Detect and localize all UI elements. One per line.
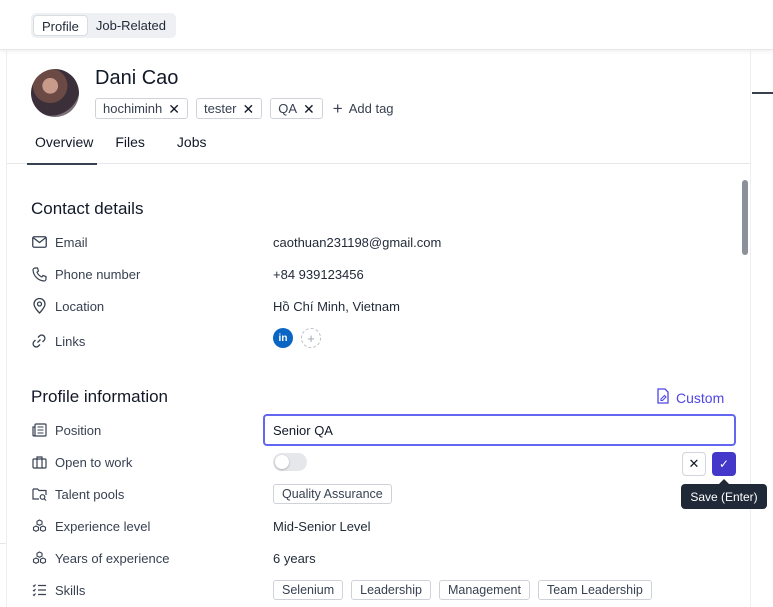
custom-label: Custom [676, 389, 725, 406]
custom-icon [656, 388, 670, 407]
skill-chip[interactable]: Selenium [273, 580, 344, 600]
section-tabs: Overview Files Jobs [7, 124, 750, 165]
tag-list: hochiminh ✕ tester ✕ QA ✕ + Add tag [95, 98, 394, 119]
skill-chip[interactable]: Leadership [351, 580, 431, 600]
add-tag-button[interactable]: + Add tag [333, 100, 394, 117]
tag-label: hochiminh [103, 101, 163, 116]
tab-files[interactable]: Files [97, 124, 161, 164]
folder-search-icon [31, 486, 47, 502]
skill-chip[interactable]: Team Leadership [537, 580, 652, 600]
avatar [31, 69, 79, 117]
talent-pool-chip[interactable]: Quality Assurance [273, 484, 392, 504]
location-row: Location Hồ Chí Minh, Vietnam [31, 296, 736, 316]
email-value[interactable]: caothuan231198@gmail.com [273, 235, 441, 250]
tag-label: QA [278, 101, 298, 116]
cancel-button[interactable]: ✕ [682, 452, 706, 476]
add-tag-label: Add tag [348, 101, 394, 116]
tab-jobs[interactable]: Jobs [161, 124, 221, 164]
tab-profile[interactable]: Profile [33, 15, 88, 36]
links-label: Links [55, 333, 86, 349]
links-value: in + [273, 328, 321, 348]
mail-icon [31, 234, 47, 250]
open-to-work-row: Open to work [31, 452, 736, 472]
remove-tag-icon[interactable]: ✕ [168, 102, 180, 116]
talent-pools-list: Quality Assurance [273, 484, 392, 504]
experience-level-label: Experience level [55, 518, 151, 534]
skills-label: Skills [55, 582, 86, 598]
phone-row: Phone number +84 939123456 [31, 264, 736, 284]
save-button[interactable]: ✓ [712, 452, 736, 476]
tag-label: tester [204, 101, 237, 116]
toggle-knob [275, 455, 289, 469]
remove-tag-icon[interactable]: ✕ [243, 102, 255, 116]
phone-icon [31, 266, 47, 282]
contact-details-title: Contact details [31, 199, 144, 218]
open-to-work-label: Open to work [55, 454, 133, 470]
candidate-name: Dani Cao [95, 67, 179, 89]
phone-value[interactable]: +84 939123456 [273, 267, 364, 282]
years-of-experience-value[interactable]: 6 years [273, 551, 316, 566]
profile-information-title: Profile information [31, 387, 169, 406]
plus-icon: + [332, 99, 343, 118]
remove-tag-icon[interactable]: ✕ [303, 102, 315, 116]
top-bar: Profile Job-Related [0, 0, 773, 50]
cubes-icon [31, 518, 47, 534]
left-stub-line [0, 543, 6, 544]
location-label: Location [55, 298, 105, 314]
links-row: Links in + [31, 328, 736, 351]
add-link-icon[interactable]: + [301, 328, 321, 348]
email-row: Email caothuan231198@gmail.com [31, 232, 736, 252]
skills-list: Selenium Leadership Management Team Lead… [273, 580, 652, 600]
checklist-icon [31, 582, 47, 598]
tag-chip: tester ✕ [196, 98, 263, 119]
scrollbar-thumb[interactable] [742, 180, 748, 255]
link-icon [31, 333, 47, 349]
open-to-work-toggle[interactable] [273, 453, 307, 471]
skill-chip[interactable]: Management [438, 580, 530, 600]
talent-pools-label: Talent pools [55, 486, 125, 502]
custom-button[interactable]: Custom [656, 388, 724, 407]
years-of-experience-row: Years of experience 6 years [31, 548, 736, 568]
profile-tab-switch: Profile Job-Related [31, 13, 176, 38]
location-value[interactable]: Hồ Chí Minh, Vietnam [273, 299, 400, 314]
experience-level-value[interactable]: Mid-Senior Level [273, 519, 371, 534]
tab-overview[interactable]: Overview [7, 124, 98, 165]
linkedin-icon[interactable]: in [273, 328, 293, 348]
phone-label: Phone number [55, 266, 141, 282]
tag-chip: QA ✕ [270, 98, 323, 119]
tab-job-related[interactable]: Job-Related [88, 15, 174, 36]
location-pin-icon [31, 298, 47, 314]
right-divider [750, 50, 751, 607]
email-label: Email [55, 234, 88, 250]
briefcase-icon [31, 454, 47, 470]
cubes-icon [31, 550, 47, 566]
position-label: Position [55, 422, 102, 438]
right-panel-indicator [752, 92, 773, 94]
position-input[interactable] [263, 414, 736, 446]
experience-level-row: Experience level Mid-Senior Level [31, 516, 736, 536]
years-of-experience-label: Years of experience [55, 550, 170, 566]
newspaper-icon [31, 422, 47, 438]
tag-chip: hochiminh ✕ [95, 98, 188, 119]
